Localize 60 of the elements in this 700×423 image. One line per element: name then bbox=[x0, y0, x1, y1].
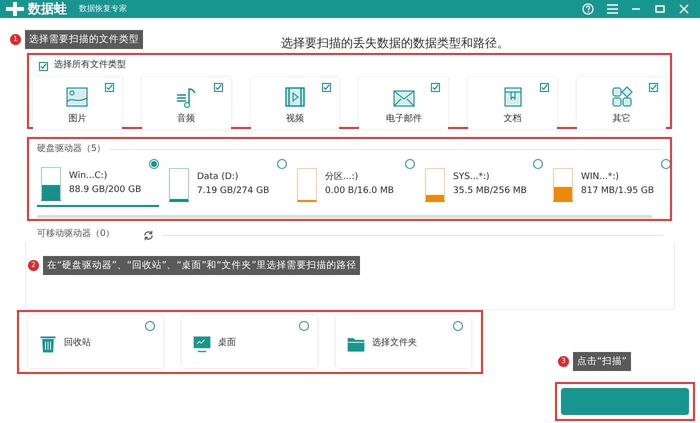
drive-usage: 7.19 GB/274 GB bbox=[197, 184, 270, 198]
drive-usage: 817 MB/1.95 GB bbox=[581, 184, 654, 198]
drive-name: Win...C:) bbox=[69, 170, 108, 183]
app-subtitle: 数据恢复专家 bbox=[79, 3, 127, 15]
file-type-card[interactable]: 电子邮件 bbox=[359, 77, 448, 129]
radio-button[interactable] bbox=[149, 158, 159, 168]
drive-item[interactable]: Data (D:) 7.19 GB/274 GB bbox=[165, 162, 287, 206]
maximize-icon bbox=[655, 4, 665, 14]
trash-icon bbox=[38, 334, 58, 354]
app-logo: 数据蛙 bbox=[28, 2, 67, 16]
image-icon bbox=[65, 84, 90, 108]
radio-button[interactable] bbox=[533, 158, 543, 168]
radio-button[interactable] bbox=[453, 321, 463, 331]
location-card[interactable]: 回收站 bbox=[28, 315, 163, 368]
drive-name: 分区...:) bbox=[325, 171, 360, 184]
drive-name: Data (D:) bbox=[197, 171, 240, 184]
checkbox[interactable] bbox=[104, 83, 114, 92]
file-type-card[interactable]: 其它 bbox=[577, 77, 666, 129]
radio-button[interactable] bbox=[661, 158, 670, 168]
callout-tooltip: 在“硬盘驱动器”、“回收站”、“桌面”和“文件夹”里选择需要扫描的路径 bbox=[43, 256, 360, 275]
file-type-card[interactable]: 音频 bbox=[142, 77, 231, 129]
drive-name: WIN...*:) bbox=[581, 171, 620, 184]
logo-icon bbox=[6, 2, 24, 16]
drive-item[interactable]: SYS...*:) 35.5 MB/256 MB bbox=[421, 162, 543, 206]
film-icon bbox=[283, 84, 308, 108]
drive-item[interactable]: Win...C:) 88.9 GB/200 GB bbox=[37, 162, 159, 206]
menu-icon bbox=[606, 4, 618, 14]
checkbox[interactable] bbox=[540, 83, 550, 92]
scrollbar[interactable] bbox=[37, 214, 652, 218]
section-title: 硬盘驱动器（5） bbox=[37, 143, 106, 156]
location-card[interactable]: 选择文件夹 bbox=[336, 315, 471, 368]
monitor-icon bbox=[192, 334, 212, 354]
radio-button[interactable] bbox=[405, 158, 415, 168]
location-card[interactable]: 桌面 bbox=[182, 315, 317, 368]
refresh-icon[interactable] bbox=[142, 230, 154, 240]
checkbox[interactable] bbox=[648, 83, 658, 92]
help-icon bbox=[582, 3, 594, 15]
grid-icon bbox=[610, 84, 634, 108]
checkbox[interactable] bbox=[322, 83, 332, 92]
drive-name: SYS...*:) bbox=[453, 171, 491, 184]
section-title: 可移动驱动器（0） bbox=[37, 228, 115, 242]
radio-button[interactable] bbox=[299, 321, 309, 331]
close-icon bbox=[679, 4, 689, 14]
file-type-card[interactable]: 视频 bbox=[250, 77, 340, 129]
drive-usage: 88.9 GB/200 GB bbox=[69, 184, 142, 196]
callout-tooltip: 点击“扫描” bbox=[573, 352, 631, 371]
file-type-card[interactable]: 图片 bbox=[33, 77, 122, 129]
radio-button[interactable] bbox=[277, 158, 287, 168]
callout-tooltip: 选择需要扫描的文件类型 bbox=[25, 30, 143, 49]
checkbox[interactable] bbox=[431, 83, 440, 92]
checkbox[interactable] bbox=[214, 83, 223, 92]
drive-item[interactable]: WIN...*:) 817 MB/1.95 GB bbox=[549, 162, 670, 206]
file-type-card[interactable]: 文档 bbox=[468, 77, 558, 129]
checkbox[interactable] bbox=[39, 62, 48, 70]
drive-usage: 35.5 MB/256 MB bbox=[453, 184, 527, 198]
drive-item[interactable]: 分区...:) 0.00 B/16.0 MB bbox=[293, 162, 415, 206]
page-heading: 选择要扫描的丢失数据的数据类型和路径。 bbox=[281, 36, 509, 50]
checkbox-label: 选择所有文件类型 bbox=[54, 59, 126, 72]
radio-button[interactable] bbox=[145, 321, 155, 331]
drive-usage: 0.00 B/16.0 MB bbox=[325, 184, 394, 198]
